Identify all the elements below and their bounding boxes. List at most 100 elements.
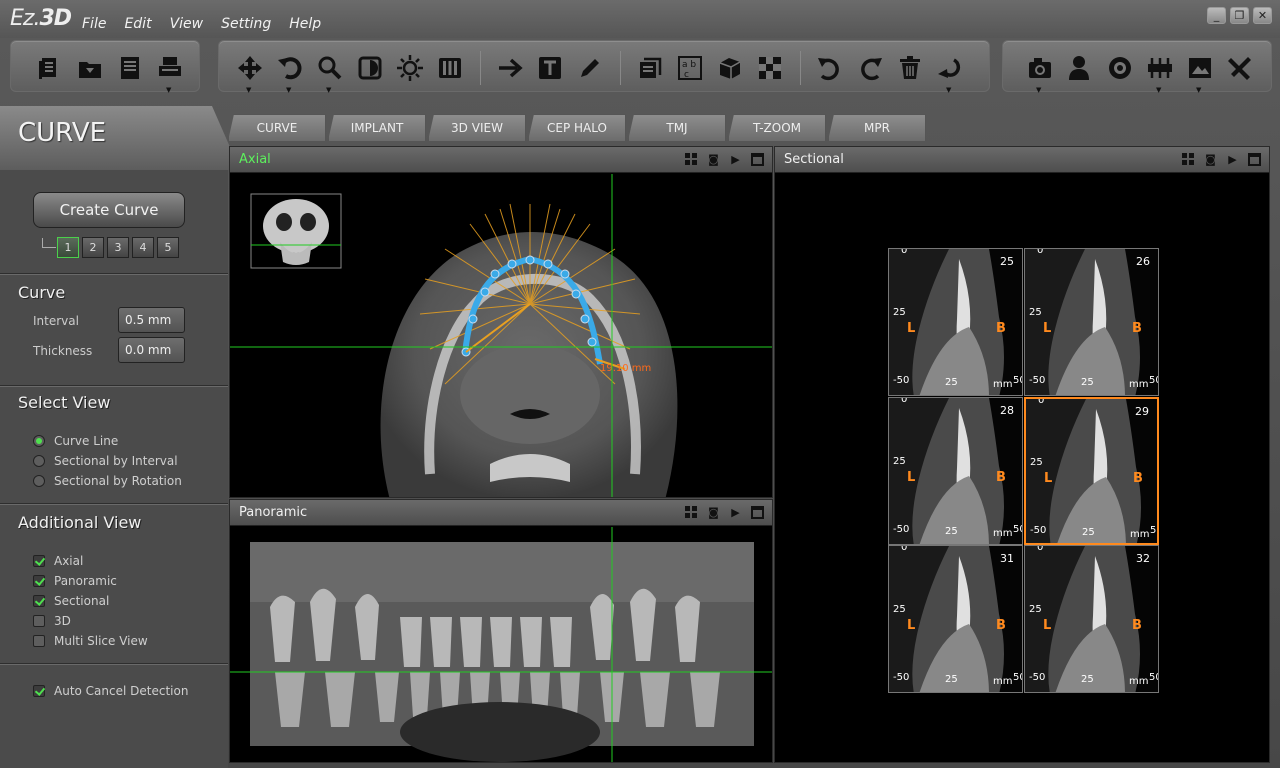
radio-button[interactable] bbox=[33, 475, 45, 487]
pencil-icon[interactable] bbox=[573, 51, 607, 85]
curve-number-button[interactable]: 4 bbox=[132, 237, 154, 258]
radio-button[interactable] bbox=[33, 455, 45, 467]
sectional-viewport: Sectional ◙ ▶ 25LB025-5025mm5026LB025-50… bbox=[774, 146, 1270, 763]
redo-icon[interactable] bbox=[853, 51, 887, 85]
document-icon[interactable] bbox=[33, 51, 67, 85]
layout-grid-icon[interactable] bbox=[685, 153, 698, 166]
text-icon[interactable] bbox=[533, 51, 567, 85]
snapshot-camera-icon[interactable]: ◙ bbox=[707, 153, 720, 166]
play-icon[interactable]: ▶ bbox=[729, 506, 742, 519]
reset-icon[interactable]: ▼ bbox=[933, 51, 967, 94]
axial-image[interactable]: 19.10 mm bbox=[230, 174, 772, 497]
tab-implant[interactable]: IMPLANT bbox=[328, 114, 426, 141]
panoramic-option[interactable]: Panoramic bbox=[33, 574, 117, 588]
snapshot-camera-icon[interactable]: ◙ bbox=[1204, 153, 1217, 166]
app-window: Ez.3D File Edit View Setting Help _ ❐ ✕ … bbox=[0, 0, 1280, 768]
toolbar-group-tools: ▼ ▼ ▼ a bc ▼ bbox=[218, 40, 990, 94]
sectional-slice-25[interactable]: 25LB025-5025mm50 bbox=[888, 248, 1023, 396]
left-panel: Create Curve 1 2 3 4 5 Curve Interval 0.… bbox=[0, 170, 228, 768]
checkbox[interactable] bbox=[33, 635, 45, 647]
layers-icon[interactable] bbox=[633, 51, 667, 85]
tools-icon[interactable] bbox=[1223, 51, 1257, 85]
option-label: Sectional by Interval bbox=[54, 454, 178, 468]
undo-icon[interactable] bbox=[813, 51, 847, 85]
3d-option[interactable]: 3D bbox=[33, 614, 71, 628]
thickness-field[interactable]: 0.0 mm bbox=[118, 337, 185, 363]
print-icon[interactable]: ▼ bbox=[153, 51, 187, 94]
tab-t-zoom[interactable]: T-ZOOM bbox=[728, 114, 826, 141]
play-icon[interactable]: ▶ bbox=[1226, 153, 1239, 166]
minimize-button[interactable]: _ bbox=[1207, 7, 1226, 24]
folder-open-icon[interactable] bbox=[73, 51, 107, 85]
menu-help[interactable]: Help bbox=[289, 16, 321, 32]
layout-grid-icon[interactable] bbox=[1182, 153, 1195, 166]
menu-edit[interactable]: Edit bbox=[124, 16, 151, 32]
abc-icon[interactable]: a bc bbox=[673, 51, 707, 85]
move-icon[interactable]: ▼ bbox=[233, 51, 267, 94]
sectional-slice-28[interactable]: 28 L B 0 25 -50 25 mm50 bbox=[888, 397, 1023, 545]
tab-mpr[interactable]: MPR bbox=[828, 114, 926, 141]
sectional-slice-32[interactable]: 32 L B 0 25 -50 25 mm50 bbox=[1024, 545, 1159, 693]
panoramic-image[interactable] bbox=[230, 527, 772, 762]
maximize-icon[interactable] bbox=[751, 506, 764, 519]
maximize-icon[interactable] bbox=[751, 153, 764, 166]
checkbox[interactable] bbox=[33, 575, 45, 587]
tab-3d-view[interactable]: 3D VIEW bbox=[428, 114, 526, 141]
contrast-icon[interactable] bbox=[353, 51, 387, 85]
tab-tmj[interactable]: TMJ bbox=[628, 114, 726, 141]
curve-number-button[interactable]: 2 bbox=[82, 237, 104, 258]
tick-label: 25 bbox=[945, 377, 958, 388]
checkbox[interactable] bbox=[33, 555, 45, 567]
restore-button[interactable]: ❐ bbox=[1230, 7, 1249, 24]
sectional-by-interval-option[interactable]: Sectional by Interval bbox=[33, 454, 178, 468]
sectional-slice-26[interactable]: 26 L B 0 25 -50 25 mm50 bbox=[1024, 248, 1159, 396]
menu-bar: File Edit View Setting Help bbox=[82, 16, 321, 32]
checkbox[interactable] bbox=[33, 685, 45, 697]
curve-number-button[interactable]: 3 bbox=[107, 237, 129, 258]
snapshot-camera-icon[interactable]: ◙ bbox=[707, 506, 720, 519]
layout-grid-icon[interactable] bbox=[685, 506, 698, 519]
camera-icon[interactable]: ▼ bbox=[1023, 51, 1057, 94]
cube-icon[interactable] bbox=[713, 51, 747, 85]
checker-icon[interactable] bbox=[753, 51, 787, 85]
ruler-icon[interactable]: ▼ bbox=[1143, 51, 1177, 94]
multi-slice-view-option[interactable]: Multi Slice View bbox=[33, 634, 148, 648]
checkbox[interactable] bbox=[33, 615, 45, 627]
auto-cancel-detection-option[interactable]: Auto Cancel Detection bbox=[33, 684, 188, 698]
curve-number-button[interactable]: 5 bbox=[157, 237, 179, 258]
person-icon[interactable] bbox=[1063, 51, 1097, 85]
menu-setting[interactable]: Setting bbox=[221, 16, 271, 32]
axial-option[interactable]: Axial bbox=[33, 554, 83, 568]
close-button[interactable]: ✕ bbox=[1253, 7, 1272, 24]
maximize-icon[interactable] bbox=[1248, 153, 1261, 166]
radio-button[interactable] bbox=[33, 435, 45, 447]
trash-icon[interactable] bbox=[893, 51, 927, 85]
filter-icon[interactable] bbox=[433, 51, 467, 85]
viewport-tools: ◙ ▶ bbox=[685, 153, 764, 166]
tick-label: 0 bbox=[901, 545, 908, 553]
play-icon[interactable]: ▶ bbox=[729, 153, 742, 166]
save-icon[interactable] bbox=[113, 51, 147, 85]
lingual-label: L bbox=[907, 321, 916, 336]
image-icon[interactable]: ▼ bbox=[1183, 51, 1217, 94]
zoom-icon[interactable]: ▼ bbox=[313, 51, 347, 94]
brightness-icon[interactable] bbox=[393, 51, 427, 85]
sectional-option[interactable]: Sectional bbox=[33, 594, 109, 608]
menu-view[interactable]: View bbox=[170, 16, 204, 32]
disc-icon[interactable] bbox=[1103, 51, 1137, 85]
tab-curve[interactable]: CURVE bbox=[228, 114, 326, 141]
menu-file[interactable]: File bbox=[82, 16, 106, 32]
create-curve-button[interactable]: Create Curve bbox=[33, 192, 185, 228]
undo-rotate-icon[interactable]: ▼ bbox=[273, 51, 307, 94]
checkbox[interactable] bbox=[33, 595, 45, 607]
sectional-slice-31[interactable]: 31 L B 0 25 -50 25 mm50 bbox=[888, 545, 1023, 693]
interval-field[interactable]: 0.5 mm bbox=[118, 307, 185, 333]
curve-number-button[interactable]: 1 bbox=[57, 237, 79, 258]
tab-cep-halo[interactable]: CEP HALO bbox=[528, 114, 626, 141]
sectional-slice-29[interactable]: 29 L B 0 25 -50 25 mm50 bbox=[1024, 397, 1159, 545]
arrow-icon[interactable] bbox=[493, 51, 527, 85]
app-logo: Ez.3D bbox=[10, 6, 72, 31]
lingual-label: L bbox=[1043, 618, 1052, 633]
curve-line-option[interactable]: Curve Line bbox=[33, 434, 118, 448]
sectional-by-rotation-option[interactable]: Sectional by Rotation bbox=[33, 474, 182, 488]
